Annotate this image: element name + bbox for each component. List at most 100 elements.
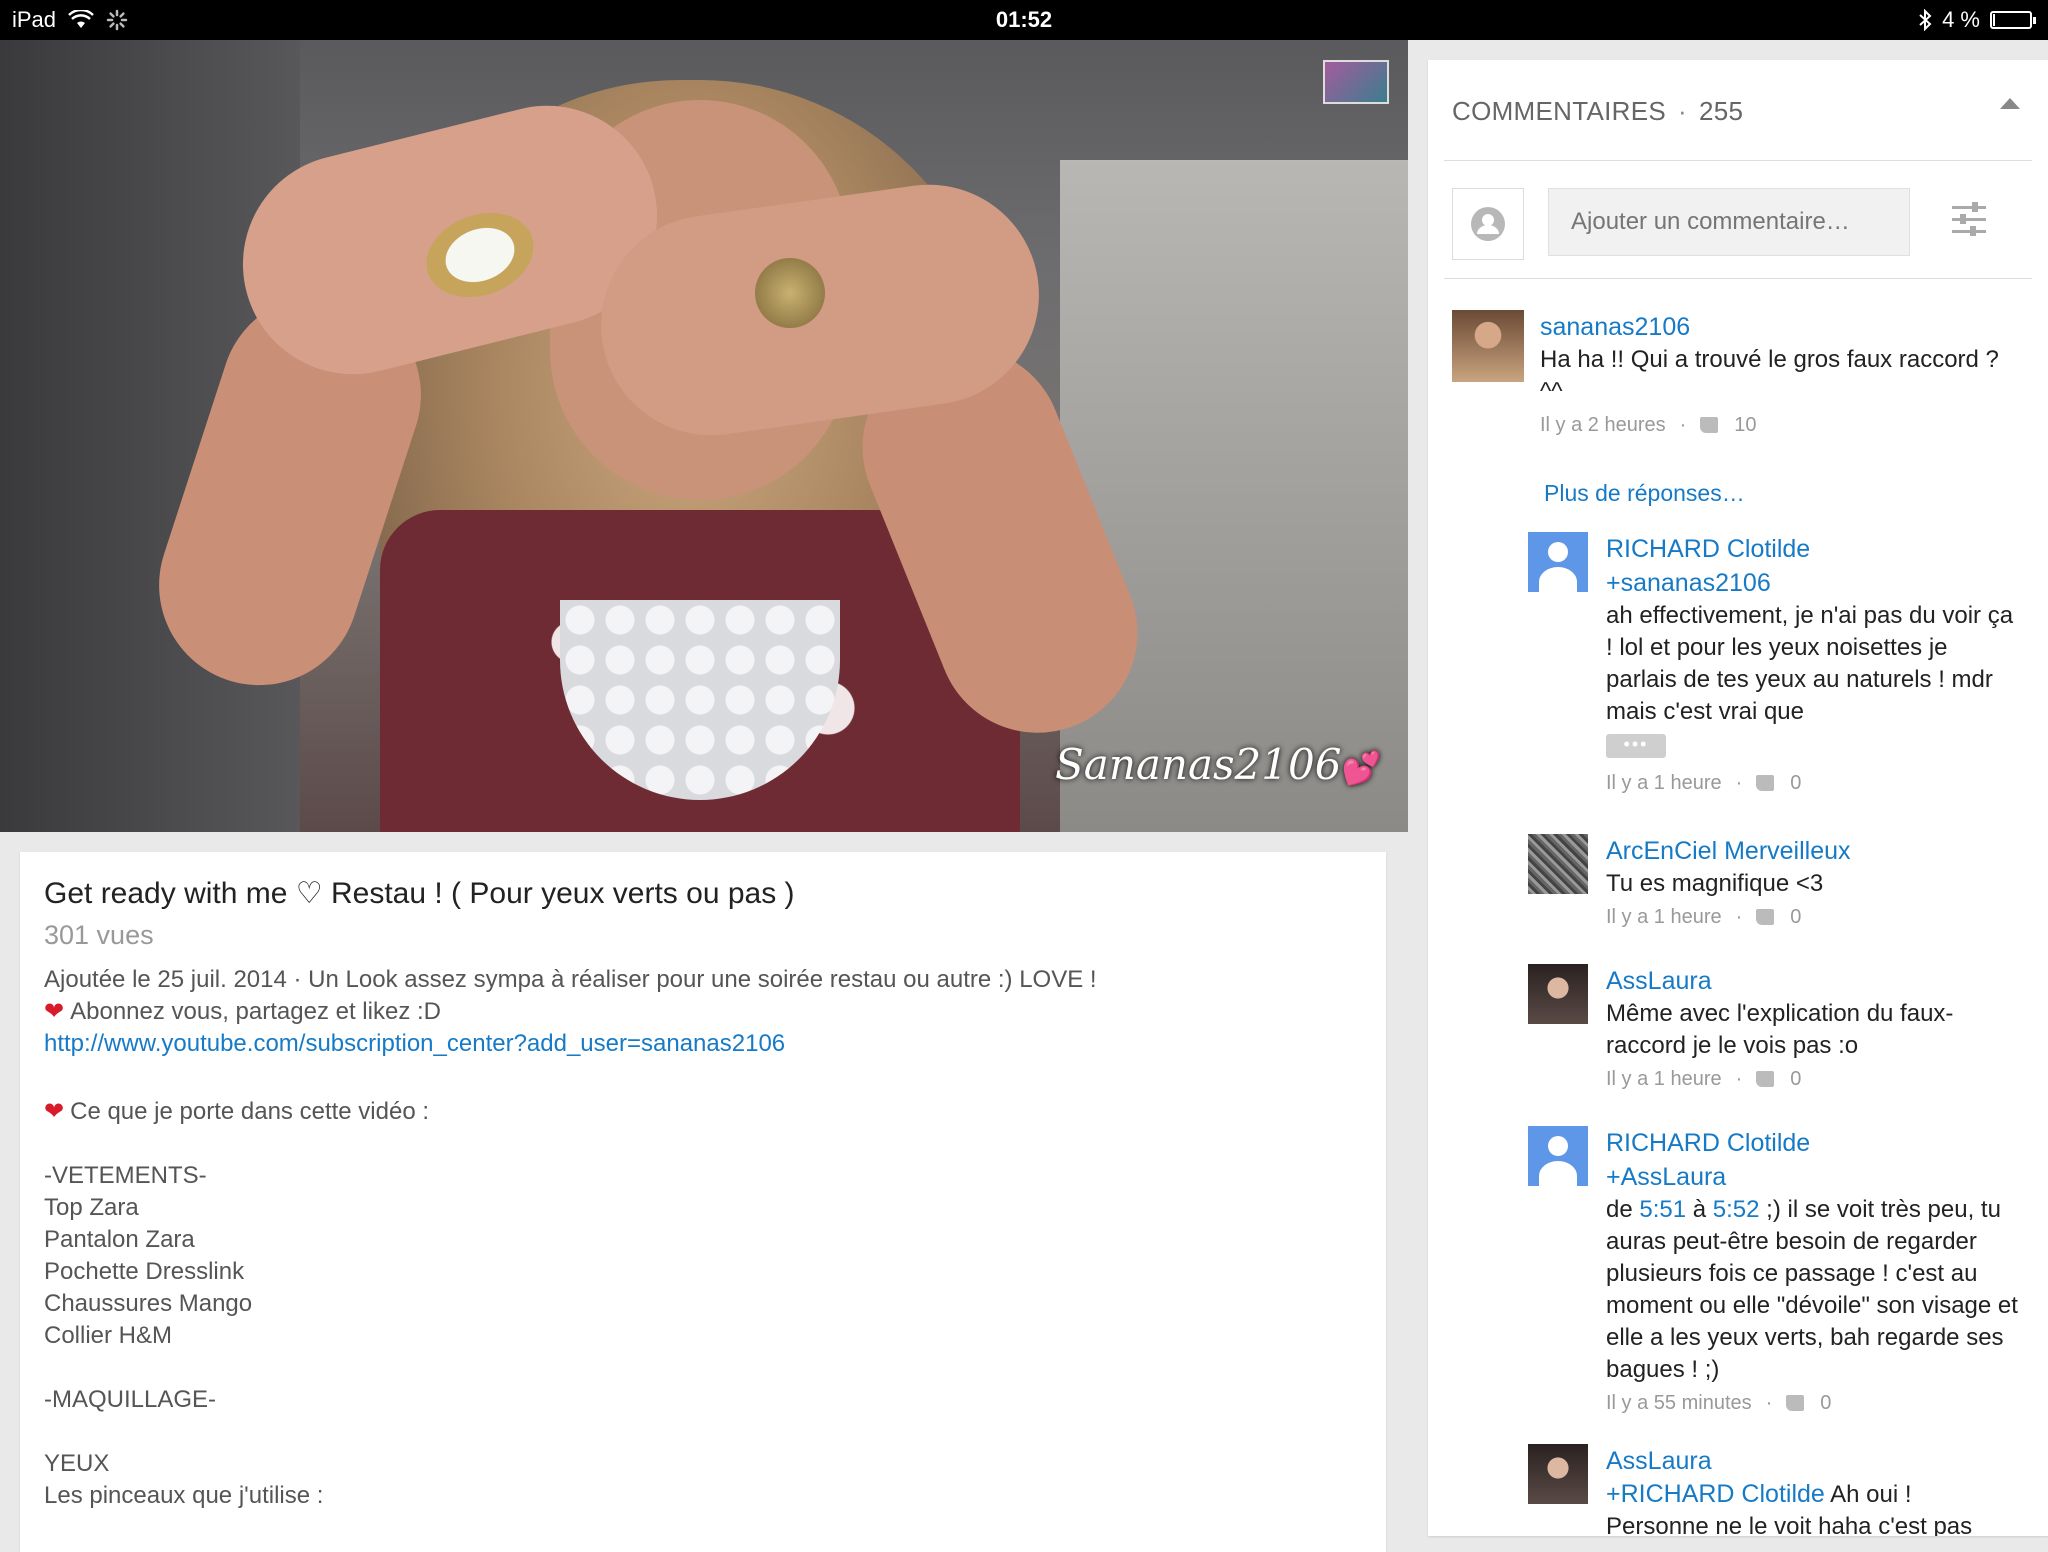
comment-author[interactable]: RICHARD Clotilde xyxy=(1606,532,2024,566)
channel-thumbnail[interactable] xyxy=(1323,60,1389,104)
comment-time: Il y a 2 heures xyxy=(1540,414,1666,436)
like-count: 0 xyxy=(1820,1392,1832,1414)
timestamp-link[interactable]: 5:51 xyxy=(1639,1196,1686,1223)
like-count: 0 xyxy=(1790,906,1802,928)
battery-fill xyxy=(1993,14,1995,26)
comment-text: Personne ne le voit haha c'est pas xyxy=(1606,1513,1973,1536)
expand-comment-button[interactable]: ••• xyxy=(1606,734,1666,758)
comment-time: Il y a 1 heure xyxy=(1606,1068,1722,1090)
comment-mention[interactable]: +RICHARD Clotilde xyxy=(1606,1480,1825,1508)
comments-panel: COMMENTAIRES · 255 sananas2106 Ha ha !! Qu… xyxy=(1428,60,2048,1536)
like-count: 10 xyxy=(1734,414,1757,436)
bluetooth-icon xyxy=(1919,9,1932,31)
input-divider xyxy=(1444,278,2032,279)
clothes-item: Chaussures Mango xyxy=(44,1290,253,1317)
subscribe-line: ❤ Abonnez vous, partagez et likez :D xyxy=(44,996,1364,1028)
text-rest: ;) il se voit très peu, tu auras peut-êt… xyxy=(1606,1196,2018,1383)
avatar[interactable] xyxy=(1528,834,1588,894)
wearing-text: Ce que je porte dans cette vidéo : xyxy=(70,1098,430,1125)
comment-text: de 5:51 à 5:52 ;) il se voit très peu, t… xyxy=(1606,1194,2024,1386)
clothes-header: -VETEMENTS- xyxy=(44,1162,207,1189)
avatar[interactable] xyxy=(1528,964,1588,1024)
avatar[interactable] xyxy=(1528,532,1588,592)
user-avatar xyxy=(1452,188,1524,260)
view-count: 301 vues xyxy=(44,920,154,950)
comment-time: Il y a 55 minutes xyxy=(1606,1392,1752,1414)
eyes-header: YEUX xyxy=(44,1450,110,1477)
thumbs-up-icon[interactable] xyxy=(1786,1395,1805,1411)
thumbs-up-icon[interactable] xyxy=(1756,909,1775,925)
comment-mention[interactable]: +sananas2106 xyxy=(1606,566,2024,600)
timestamp-link[interactable]: 5:52 xyxy=(1713,1196,1760,1223)
video-title: Get ready with me ♡ Restau ! ( Pour yeux… xyxy=(44,877,795,910)
comment-text: ah effectivement, je n'ai pas du voir ça… xyxy=(1606,602,2014,725)
comment-meta: Il y a 1 heure · 0 xyxy=(1606,1064,2024,1094)
watermark-text: Sananas2106 xyxy=(1055,740,1342,789)
comment-text: Même avec l'explication du faux-raccord … xyxy=(1606,1000,1954,1059)
comment-author[interactable]: AssLaura xyxy=(1606,1444,2024,1478)
thumbs-up-icon[interactable] xyxy=(1700,417,1719,433)
video-player[interactable]: Sananas2106💕 xyxy=(0,40,1408,832)
added-date-line: Ajoutée le 25 juil. 2014 · Un Look assez… xyxy=(44,966,1097,993)
header-separator: · xyxy=(1678,96,1687,126)
video-description-card: Get ready with me ♡ Restau ! ( Pour yeux… xyxy=(20,852,1386,1552)
battery-percent: 4 % xyxy=(1942,7,1980,32)
text-mid: à xyxy=(1686,1196,1713,1223)
collapse-icon[interactable] xyxy=(2000,98,2020,109)
description-body: Ajoutée le 25 juil. 2014 · Un Look assez… xyxy=(44,964,1364,1512)
thumbs-up-icon[interactable] xyxy=(1756,775,1775,791)
comments-label: COMMENTAIRES xyxy=(1452,96,1667,126)
comment-author[interactable]: sananas2106 xyxy=(1540,310,2020,344)
comment-meta: Il y a 2 heures · 10 xyxy=(1540,410,2020,440)
text-after-mention: Ah oui ! xyxy=(1824,1481,1912,1508)
comment-time: Il y a 1 heure xyxy=(1606,906,1722,928)
user-icon xyxy=(1471,207,1505,241)
video-watermark: Sananas2106💕 xyxy=(1055,740,1381,789)
clothes-item: Pochette Dresslink xyxy=(44,1258,245,1285)
header-divider xyxy=(1444,160,2032,161)
video-cabinet xyxy=(1060,160,1408,832)
comment-time: Il y a 1 heure xyxy=(1606,772,1722,794)
comment-input[interactable] xyxy=(1548,188,1910,256)
avatar[interactable] xyxy=(1528,1126,1588,1186)
more-replies-link[interactable]: Plus de réponses… xyxy=(1544,480,1745,507)
battery-icon xyxy=(1990,11,2036,29)
subscribe-link[interactable]: http://www.youtube.com/subscription_cent… xyxy=(44,1028,1364,1060)
watermark-heart: 💕 xyxy=(1341,749,1382,787)
clothes-item: Pantalon Zara xyxy=(44,1226,195,1253)
text-prefix: de xyxy=(1606,1196,1640,1223)
clothes-item: Collier H&M xyxy=(44,1322,173,1349)
avatar[interactable] xyxy=(1528,1444,1588,1504)
comment-text: +RICHARD Clotilde Ah oui ! xyxy=(1606,1478,2024,1511)
makeup-header: -MAQUILLAGE- xyxy=(44,1386,217,1413)
comments-header: COMMENTAIRES · 255 xyxy=(1452,96,1743,127)
clothes-item: Top Zara xyxy=(44,1194,139,1221)
comment-text: Tu es magnifique <3 xyxy=(1606,870,1824,897)
comment-meta: Il y a 55 minutes · 0 xyxy=(1606,1388,2024,1418)
comment-meta: Il y a 1 heure · 0 xyxy=(1606,902,2024,932)
comment-meta: Il y a 1 heure · 0 xyxy=(1606,768,2024,798)
wearing-line: ❤ Ce que je porte dans cette vidéo : xyxy=(44,1096,1364,1128)
video-ring-gold xyxy=(755,258,825,328)
avatar[interactable] xyxy=(1452,310,1524,382)
like-count: 0 xyxy=(1790,772,1802,794)
comment-author[interactable]: RICHARD Clotilde xyxy=(1606,1126,2024,1160)
subscribe-text: Abonnez vous, partagez et likez :D xyxy=(70,998,441,1025)
filter-settings-icon[interactable] xyxy=(1952,202,1986,238)
comments-count: 255 xyxy=(1698,96,1744,126)
clock: 01:52 xyxy=(995,7,1053,32)
heart-icon: ❤ xyxy=(44,1098,65,1125)
comment-mention[interactable]: +AssLaura xyxy=(1606,1160,2024,1194)
status-bar: iPad 01:52 4 % xyxy=(0,0,2048,40)
like-count: 0 xyxy=(1790,1068,1802,1090)
heart-icon: ❤ xyxy=(44,998,65,1025)
comment-author[interactable]: AssLaura xyxy=(1606,964,2024,998)
thumbs-up-icon[interactable] xyxy=(1756,1071,1775,1087)
comment-text: Ha ha !! Qui a trouvé le gros faux racco… xyxy=(1540,346,1999,405)
brushes-line: Les pinceaux que j'utilise : xyxy=(44,1482,324,1509)
comment-author[interactable]: ArcEnCiel Merveilleux xyxy=(1606,834,2024,868)
